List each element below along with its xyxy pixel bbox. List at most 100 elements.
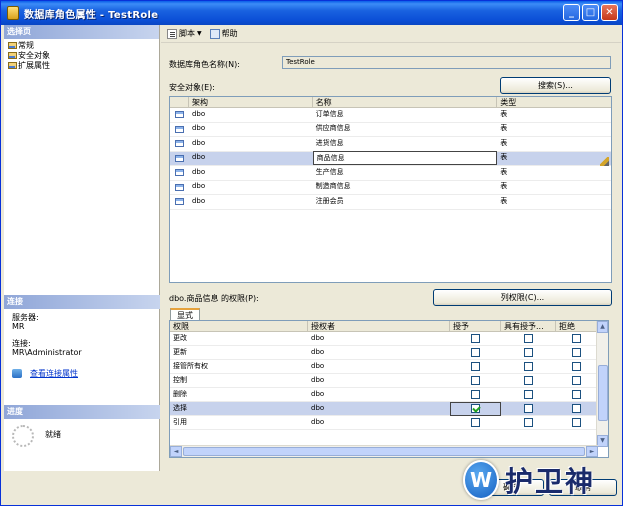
table-row[interactable]: dbo 生产信息 表 xyxy=(170,166,611,181)
column-header-grant[interactable]: 授予 xyxy=(450,321,501,331)
page-list: 常规 安全对象 扩展属性 xyxy=(4,39,159,70)
grant-checkbox[interactable] xyxy=(471,404,480,413)
grant-checkbox[interactable] xyxy=(471,348,480,357)
sidebar-item-general[interactable]: 常规 xyxy=(4,40,159,50)
deny-checkbox[interactable] xyxy=(571,390,581,399)
table-row[interactable]: 更改 dbo xyxy=(170,332,608,346)
grant-checkbox[interactable] xyxy=(471,418,480,427)
help-button[interactable]: 帮助 xyxy=(209,28,238,39)
scrollbar-thumb[interactable] xyxy=(183,447,585,456)
with-grant-cell xyxy=(501,346,556,360)
title-bar[interactable]: 数据库角色属性 - TestRole _ □ ✕ xyxy=(1,1,622,25)
type-cell: 表 xyxy=(500,124,508,133)
with-grant-checkbox[interactable] xyxy=(524,362,533,371)
table-icon xyxy=(170,137,189,151)
table-row[interactable]: 更新 dbo xyxy=(170,346,608,360)
deny-checkbox[interactable] xyxy=(571,418,581,427)
progress-section: 进度 就绪 xyxy=(4,405,160,453)
edit-pencil-icon xyxy=(600,157,609,166)
sidebar-item-label: 扩展属性 xyxy=(18,60,50,70)
with-grant-cell xyxy=(501,416,556,430)
with-grant-checkbox[interactable] xyxy=(524,390,533,399)
table-row[interactable]: 选择 dbo xyxy=(170,401,608,416)
sidebar-item-securables[interactable]: 安全对象 xyxy=(4,50,159,60)
watermark: W 护卫神 xyxy=(463,456,621,504)
database-icon xyxy=(7,6,19,20)
grant-cell xyxy=(450,332,501,346)
tab-explicit[interactable]: 显式 xyxy=(170,308,200,320)
scroll-up-icon[interactable]: ▲ xyxy=(597,321,608,333)
deny-checkbox[interactable] xyxy=(571,376,581,385)
permission-cell: 控制 xyxy=(173,375,187,384)
with-grant-checkbox[interactable] xyxy=(524,348,533,357)
chevron-down-icon[interactable]: ▼ xyxy=(197,30,202,37)
column-header-grantor[interactable]: 授权者 xyxy=(308,321,450,331)
vertical-scrollbar[interactable]: ▲ ▼ xyxy=(596,321,608,447)
help-label: 帮助 xyxy=(221,29,238,38)
with-grant-checkbox[interactable] xyxy=(524,334,533,343)
grant-checkbox[interactable] xyxy=(471,390,480,399)
deny-cell xyxy=(556,416,596,430)
table-row[interactable]: 删除 dbo xyxy=(170,388,608,402)
minimize-button[interactable]: _ xyxy=(563,4,580,21)
table-row[interactable]: 接管所有权 dbo xyxy=(170,360,608,374)
type-cell: 表 xyxy=(500,153,508,162)
grant-checkbox[interactable] xyxy=(471,376,480,385)
sidebar-item-extended-properties[interactable]: 扩展属性 xyxy=(4,60,159,70)
with-grant-checkbox[interactable] xyxy=(524,404,533,413)
column-header-with-grant[interactable]: 具有授予... xyxy=(501,321,556,331)
table-row[interactable]: dbo 商品信息表 xyxy=(170,151,611,166)
with-grant-cell xyxy=(501,360,556,374)
type-cell: 表 xyxy=(500,109,508,118)
deny-cell xyxy=(556,388,596,402)
properties-icon xyxy=(12,369,22,378)
table-row[interactable]: 控制 dbo xyxy=(170,374,608,388)
grant-cell xyxy=(450,401,501,416)
progress-status: 就绪 xyxy=(45,430,61,439)
connection-label: 连接: xyxy=(12,339,31,348)
table-row[interactable]: dbo 订单信息 表 xyxy=(170,108,611,123)
table-icon xyxy=(170,122,189,136)
maximize-button[interactable]: □ xyxy=(582,4,599,21)
close-button[interactable]: ✕ xyxy=(601,4,618,21)
table-row[interactable]: 引用 dbo xyxy=(170,416,608,430)
right-pane: 脚本 ▼ 帮助 数据库角色名称(N): TestRole 安全对象(E): 搜索… xyxy=(161,25,621,471)
view-connection-properties-link[interactable]: 查看连接属性 xyxy=(12,369,152,378)
script-label: 脚本 xyxy=(179,29,195,38)
with-grant-checkbox[interactable] xyxy=(524,376,533,385)
scroll-down-icon[interactable]: ▼ xyxy=(597,435,608,447)
name-cell[interactable]: 商品信息 xyxy=(312,151,498,166)
deny-checkbox[interactable] xyxy=(571,362,581,371)
script-button[interactable]: 脚本 ▼ xyxy=(167,28,206,39)
column-header-permission[interactable]: 权限 xyxy=(170,321,308,331)
schema-cell: dbo xyxy=(191,182,206,191)
name-cell: 注册会员 xyxy=(315,196,344,205)
table-row[interactable]: dbo 进货信息 表 xyxy=(170,137,611,152)
page-icon xyxy=(8,51,17,59)
grant-checkbox[interactable] xyxy=(471,334,480,343)
table-row[interactable]: dbo 供应商信息 表 xyxy=(170,122,611,137)
server-label: 服务器: xyxy=(12,313,39,322)
scroll-left-icon[interactable]: ◄ xyxy=(170,446,182,457)
scrollbar-thumb[interactable] xyxy=(598,365,608,421)
column-header-name[interactable]: 名称 xyxy=(313,97,498,107)
column-header-schema[interactable]: 架构 xyxy=(189,97,313,107)
table-row[interactable]: dbo 制造商信息 表 xyxy=(170,181,611,195)
column-header-deny[interactable]: 拒绝 xyxy=(556,321,596,331)
role-name-field[interactable]: TestRole xyxy=(282,56,611,69)
column-permissions-button[interactable]: 列权限(C)... xyxy=(433,289,612,306)
deny-checkbox[interactable] xyxy=(571,334,581,343)
grant-checkbox[interactable] xyxy=(471,362,480,371)
securables-label: 安全对象(E): xyxy=(169,83,215,92)
connection-value: MR\Administrator xyxy=(12,348,82,357)
search-button[interactable]: 搜索(S)... xyxy=(500,77,611,94)
with-grant-cell xyxy=(501,388,556,402)
with-grant-checkbox[interactable] xyxy=(524,418,533,427)
deny-checkbox[interactable] xyxy=(571,404,581,413)
deny-checkbox[interactable] xyxy=(571,348,581,357)
permission-cell: 接管所有权 xyxy=(173,361,208,370)
column-header-type[interactable]: 类型 xyxy=(497,97,611,107)
link-label[interactable]: 查看连接属性 xyxy=(30,369,78,378)
table-row[interactable]: dbo 注册会员 表 xyxy=(170,195,611,210)
dialog-window: 数据库角色属性 - TestRole _ □ ✕ 选择页 常规 安全对象 扩展属… xyxy=(0,0,623,506)
